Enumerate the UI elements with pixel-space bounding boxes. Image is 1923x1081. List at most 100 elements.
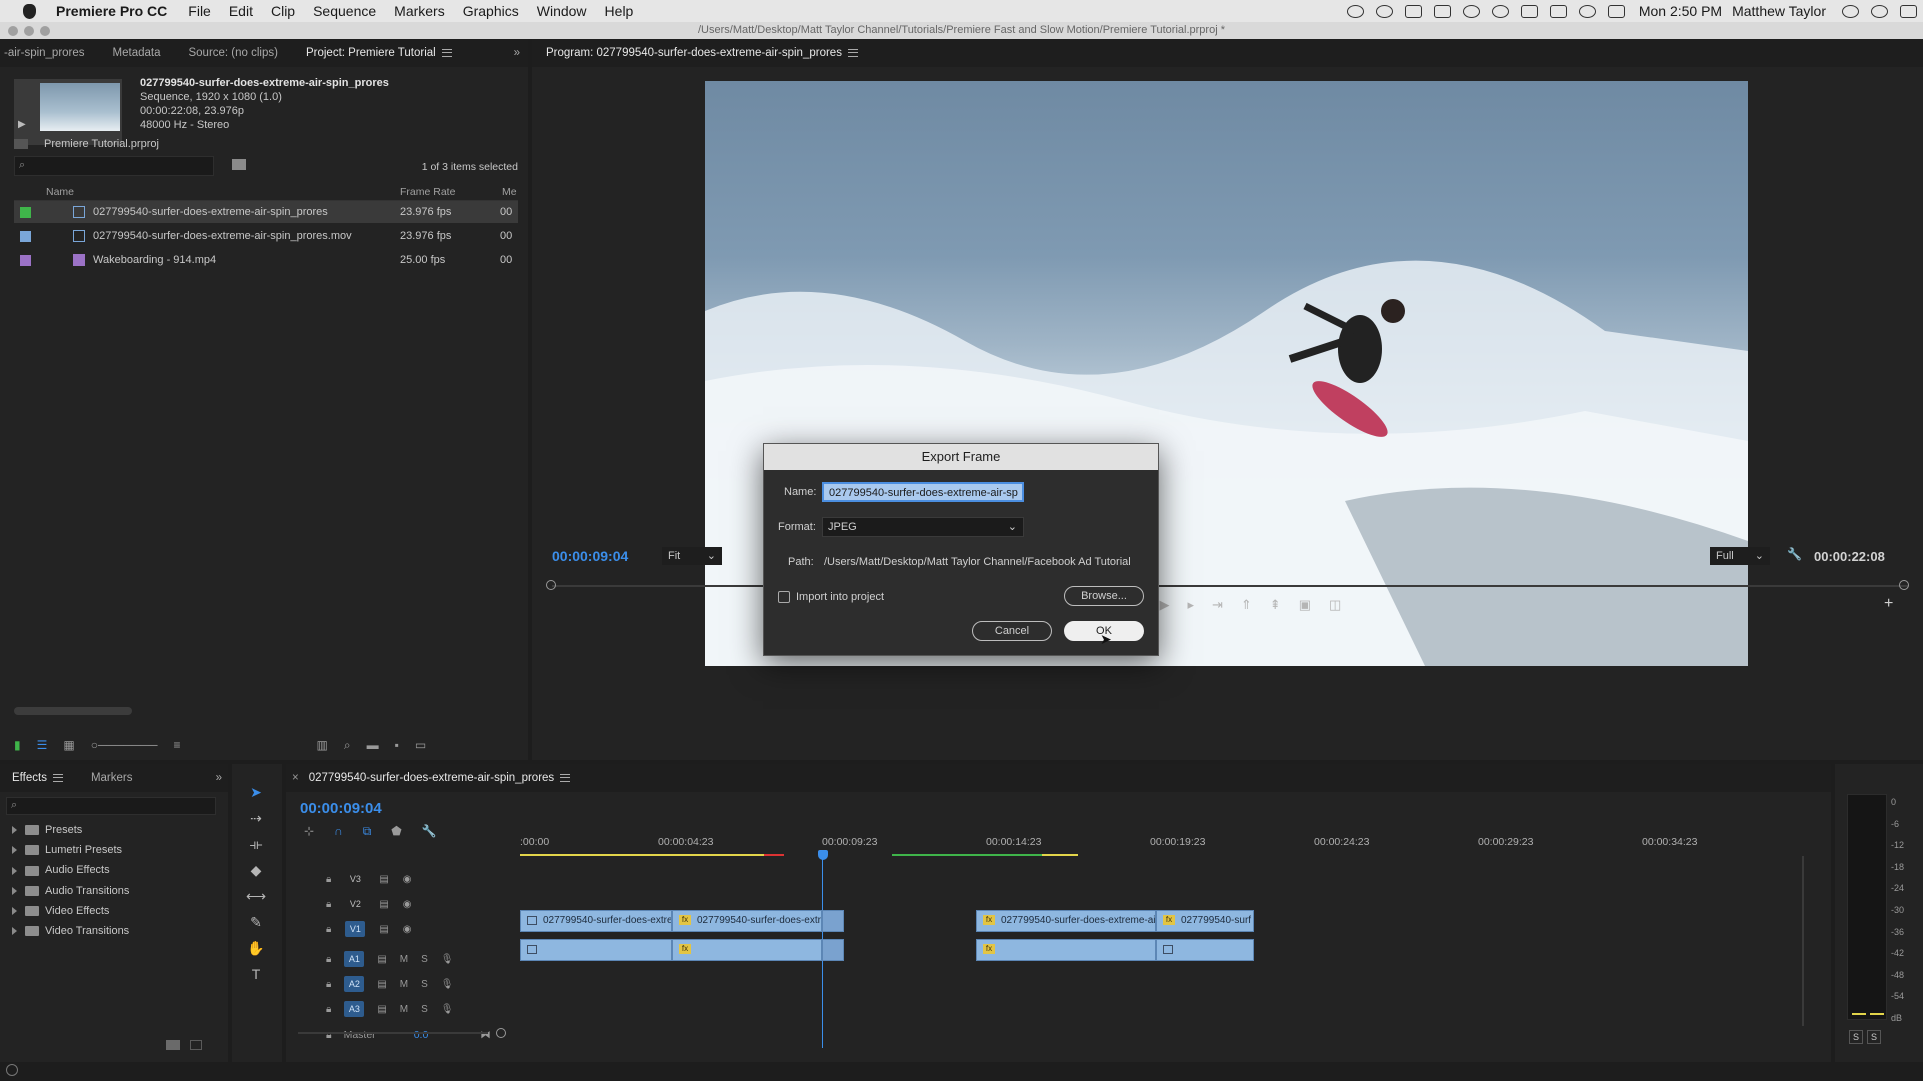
export-frame-icon[interactable]: ▣ [1299, 597, 1311, 613]
browse-button[interactable]: Browse... [1064, 586, 1144, 606]
new-item-icon[interactable]: ▪ [395, 738, 399, 752]
list-view-icon[interactable]: ☰ [37, 738, 48, 752]
effects-item-video-transitions[interactable]: Video Transitions [0, 921, 129, 941]
comparison-view-icon[interactable]: ◫ [1329, 597, 1341, 613]
close-icon[interactable]: × [292, 772, 299, 784]
timeline-clip-segment[interactable] [822, 910, 844, 932]
lock-icon[interactable]: 🔒︎ [326, 924, 331, 935]
list-icon[interactable] [1900, 4, 1917, 18]
overflow-chevron-icon[interactable]: » [202, 764, 228, 792]
tab-project[interactable]: Project: Premiere Tutorial [292, 39, 466, 67]
status-icon[interactable] [6, 1064, 18, 1076]
timeline-ruler[interactable]: :00:00 00:00:04:23 00:00:09:23 00:00:14:… [520, 836, 1760, 852]
name-input[interactable]: 027799540-surfer-does-extreme-air-sp [822, 482, 1024, 502]
bluetooth-icon[interactable] [1491, 4, 1509, 18]
trash-icon[interactable] [190, 1040, 202, 1050]
new-bin-icon[interactable]: ▬ [367, 738, 379, 752]
project-item[interactable]: 027799540-surfer-does-extreme-air-spin_p… [14, 201, 518, 223]
notification-icon[interactable] [1433, 4, 1451, 18]
microphone-icon[interactable]: 🎙︎ [441, 1004, 454, 1015]
code-icon[interactable] [1549, 4, 1567, 18]
vertical-scrollbar[interactable] [1802, 856, 1804, 1026]
close-window-button[interactable] [8, 26, 18, 36]
project-scrollbar[interactable] [14, 707, 132, 715]
add-marker-icon[interactable]: ⬟ [391, 824, 401, 839]
menubar-clock[interactable]: Mon 2:50 PM [1639, 3, 1722, 19]
snap-icon[interactable]: ∩ [334, 824, 343, 839]
track-header-scrollbar[interactable] [298, 1032, 488, 1034]
mute-icon[interactable]: M [400, 1004, 408, 1015]
timeline-clip[interactable]: 027799540-surfer-does-extre [520, 910, 672, 932]
automate-icon[interactable]: ▥ [317, 738, 328, 752]
time-machine-icon[interactable] [1462, 4, 1480, 18]
new-search-bin-icon[interactable] [232, 159, 246, 170]
battery-icon[interactable] [1520, 4, 1538, 18]
creative-cloud-icon[interactable] [1375, 4, 1393, 18]
microphone-icon[interactable]: 🎙︎ [441, 954, 454, 965]
track-label[interactable]: V1 [345, 921, 366, 937]
slip-tool-icon[interactable]: ⟷ [246, 888, 266, 905]
program-time-ruler[interactable] [552, 585, 1908, 587]
solo-left-button[interactable]: S [1849, 1030, 1863, 1044]
work-area-bar[interactable] [520, 854, 1760, 856]
track-label[interactable]: V2 [345, 896, 365, 912]
panel-menu-icon[interactable] [560, 773, 571, 782]
tab-effects[interactable]: Effects [0, 764, 77, 792]
menu-help[interactable]: Help [596, 0, 643, 22]
effects-item-lumetri-presets[interactable]: Lumetri Presets [0, 840, 129, 860]
linked-selection-icon[interactable]: ⧉ [363, 824, 372, 839]
nest-icon[interactable]: ⊹ [304, 824, 314, 839]
minimize-window-button[interactable] [24, 26, 34, 36]
out-handle[interactable] [1899, 580, 1909, 590]
step-forward-icon[interactable]: ▸ [1187, 597, 1194, 613]
wifi-icon[interactable] [1578, 4, 1596, 18]
menu-graphics[interactable]: Graphics [454, 0, 528, 22]
program-current-time[interactable]: 00:00:09:04 [552, 548, 628, 564]
go-to-out-icon[interactable]: ⇥ [1212, 597, 1223, 613]
panel-menu-icon[interactable] [52, 773, 63, 782]
lock-icon[interactable]: 🔒︎ [326, 874, 331, 885]
overflow-chevron-icon[interactable]: » [500, 39, 528, 67]
zoom-window-button[interactable] [40, 26, 50, 36]
microphone-icon[interactable]: 🎙︎ [441, 979, 454, 990]
column-media[interactable]: Me [502, 186, 517, 198]
go-to-end-icon[interactable]: ⧓ [480, 1029, 491, 1041]
mute-icon[interactable]: M [400, 979, 408, 990]
column-name[interactable]: Name [46, 186, 74, 198]
pen-tool-icon[interactable]: ✎ [246, 914, 266, 931]
tab-program[interactable]: Program: 027799540-surfer-does-extreme-a… [532, 39, 872, 67]
tab-markers[interactable]: Markers [77, 764, 147, 792]
sync-lock-icon[interactable]: ▤ [377, 1004, 386, 1015]
solo-right-button[interactable]: S [1867, 1030, 1881, 1044]
track-label[interactable]: V3 [345, 871, 365, 887]
lock-icon[interactable]: ▮ [14, 738, 21, 752]
zoom-slider[interactable]: ○─────── [91, 738, 158, 752]
timeline-timecode[interactable]: 00:00:09:04 [300, 800, 382, 817]
track-label[interactable]: A1 [344, 951, 365, 967]
tab-sequence[interactable]: × 027799540-surfer-does-extreme-air-spin_… [286, 764, 584, 792]
lock-icon[interactable]: 🔒︎ [326, 1004, 331, 1015]
wrench-icon[interactable]: 🔧 [422, 824, 437, 839]
timeline-clip[interactable]: fx 027799540-surf [1156, 910, 1254, 932]
effects-item-presets[interactable]: Presets [0, 820, 129, 840]
sync-lock-icon[interactable]: ▤ [379, 874, 388, 885]
timeline-clip[interactable]: fx 027799540-surfer-does-extr [672, 910, 822, 932]
eye-icon[interactable]: ◉ [403, 899, 412, 910]
siri-icon[interactable] [1871, 4, 1888, 18]
record-icon[interactable] [1346, 4, 1364, 18]
play-icon[interactable]: ▶ [18, 119, 26, 130]
audio-clip[interactable]: fx [976, 939, 1156, 961]
eye-icon[interactable]: ◉ [403, 874, 412, 885]
audio-clip[interactable] [520, 939, 672, 961]
lock-icon[interactable]: 🔒︎ [326, 954, 331, 965]
panel-menu-icon[interactable] [847, 48, 858, 57]
play-icon[interactable]: ▶ [1159, 597, 1169, 613]
project-item[interactable]: Wakeboarding - 914.mp4 25.00 fps 00 [14, 249, 518, 271]
menu-file[interactable]: File [179, 0, 220, 22]
menu-window[interactable]: Window [528, 0, 596, 22]
menu-clip[interactable]: Clip [262, 0, 304, 22]
apple-icon[interactable] [14, 0, 44, 22]
menubar-user[interactable]: Matthew Taylor [1732, 3, 1826, 19]
track-select-tool-icon[interactable]: ⇢ [246, 810, 266, 827]
lock-icon[interactable]: 🔒︎ [326, 979, 331, 990]
